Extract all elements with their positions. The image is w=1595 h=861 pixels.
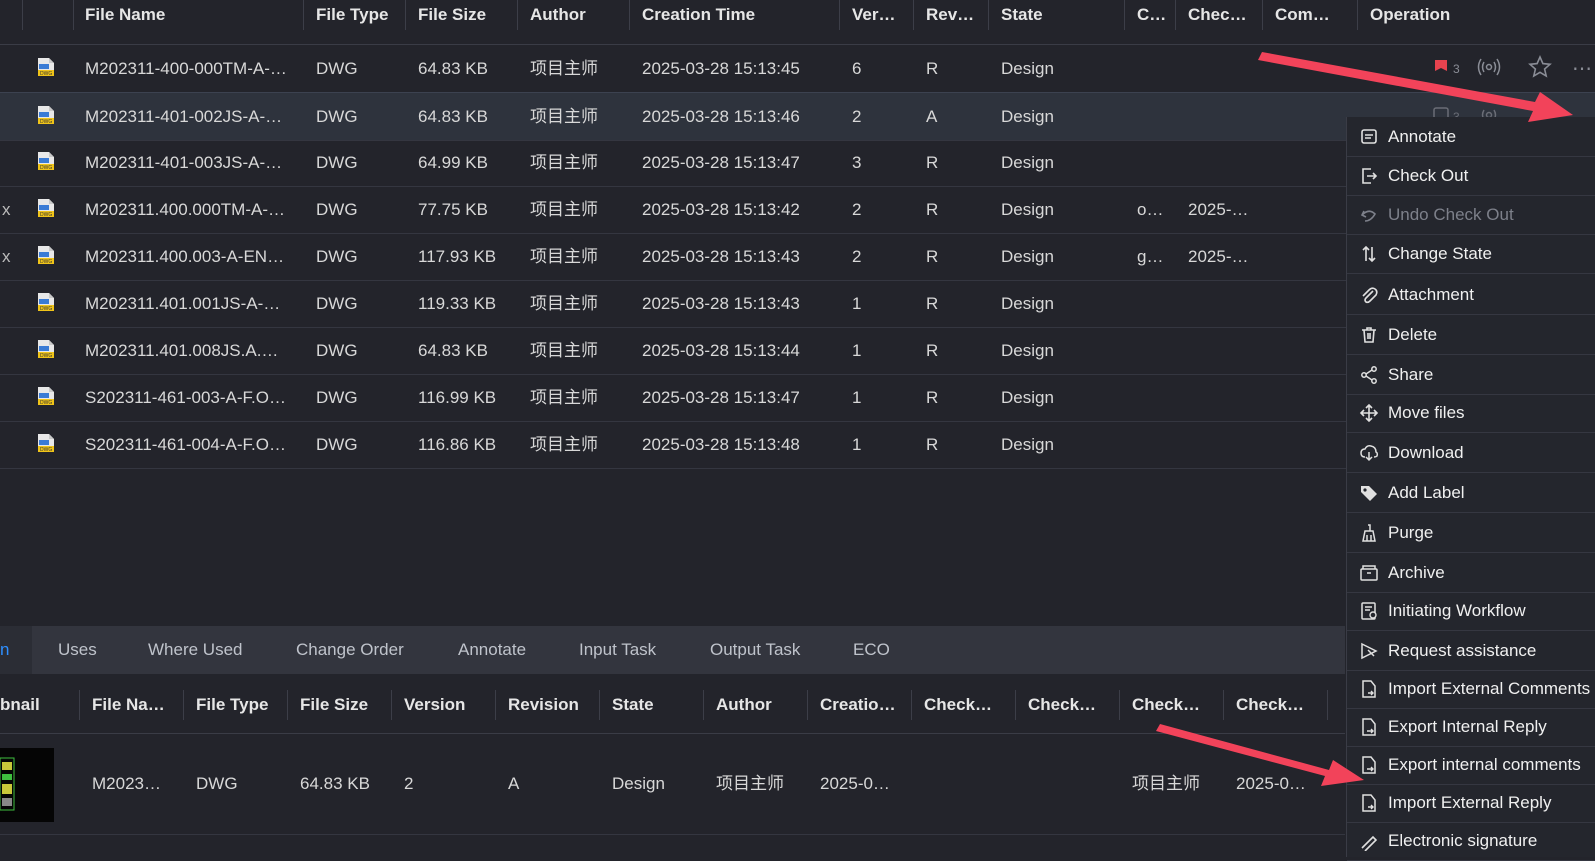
annotation-arrows [1156, 52, 1573, 786]
